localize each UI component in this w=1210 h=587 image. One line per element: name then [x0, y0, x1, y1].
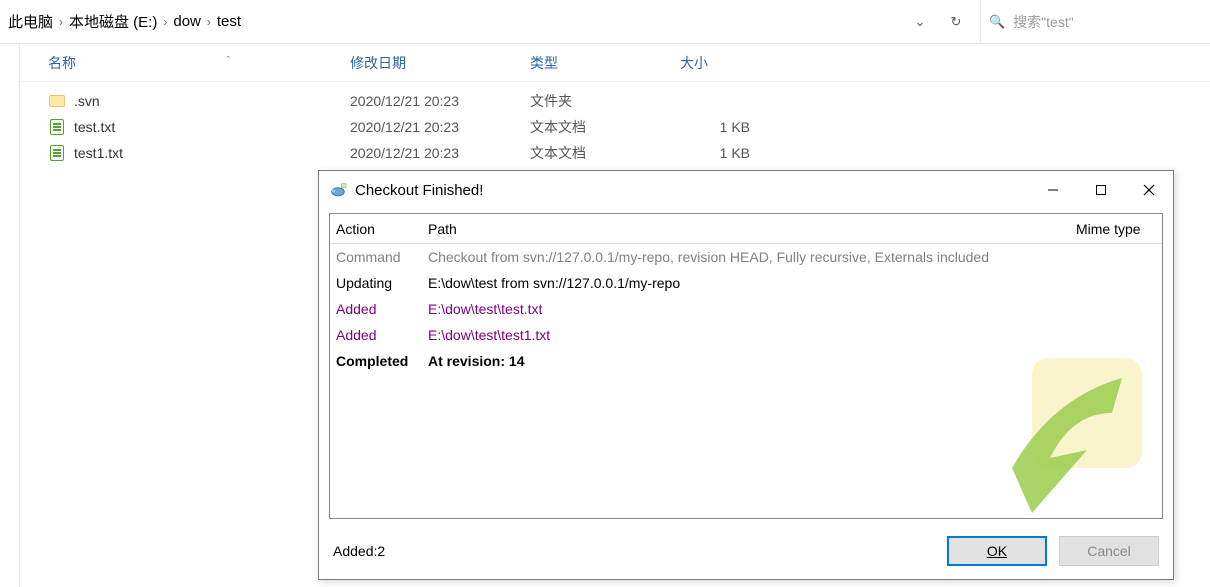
folder-icon [48, 92, 66, 110]
ok-button[interactable]: OK [947, 536, 1047, 566]
breadcrumb-label: test [217, 13, 241, 30]
file-size: 1 KB [680, 119, 800, 135]
log-action: Command [336, 246, 428, 268]
search-input[interactable] [1013, 14, 1202, 30]
file-row[interactable]: test.txt 2020/12/21 20:23 文本文档 1 KB [20, 114, 1210, 140]
file-size: 1 KB [680, 145, 800, 161]
file-date: 2020/12/21 20:23 [350, 145, 530, 161]
log-row[interactable]: Added E:\dow\test\test.txt [330, 296, 1162, 322]
log-path: E:\dow\test from svn://127.0.0.1/my-repo [428, 272, 1156, 294]
dialog-buttons: OK Cancel [947, 536, 1159, 566]
file-type: 文本文档 [530, 117, 680, 137]
column-header-name[interactable]: 名称 ˆ [20, 53, 350, 73]
log-action: Added [336, 324, 428, 346]
log-grid: Action Path Mime type Command Checkout f… [330, 214, 1162, 374]
maximize-button[interactable] [1077, 171, 1125, 209]
column-headers: 名称 ˆ 修改日期 类型 大小 [20, 44, 1210, 82]
nav-controls: ⌄ ↻ [896, 0, 980, 43]
log-path: E:\dow\test\test1.txt [428, 324, 1156, 346]
address-bar: 此电脑 › 本地磁盘 (E:) › dow › test ⌄ ↻ 🔍 [0, 0, 1210, 44]
log-action: Updating [336, 272, 428, 294]
log-row[interactable]: Added E:\dow\test\test1.txt [330, 322, 1162, 348]
column-header-date[interactable]: 修改日期 [350, 53, 530, 73]
column-header-size[interactable]: 大小 [680, 53, 800, 73]
chevron-right-icon: › [59, 15, 63, 29]
cancel-button[interactable]: Cancel [1059, 536, 1159, 566]
log-header-path[interactable]: Path [428, 221, 1076, 237]
file-type: 文件夹 [530, 91, 680, 111]
success-arrow-icon [992, 358, 1162, 518]
breadcrumb-label: 此电脑 [8, 11, 53, 32]
log-header-action[interactable]: Action [336, 221, 428, 237]
breadcrumb[interactable]: 此电脑 › 本地磁盘 (E:) › dow › test [0, 0, 896, 43]
file-name: test.txt [74, 119, 115, 135]
text-file-icon [48, 118, 66, 136]
search-icon: 🔍 [989, 14, 1005, 30]
breadcrumb-item[interactable]: 此电脑 › [8, 11, 63, 32]
file-name: .svn [74, 93, 100, 109]
history-dropdown[interactable]: ⌄ [902, 0, 938, 43]
log-path: At revision: 14 [428, 350, 1156, 372]
breadcrumb-item[interactable]: 本地磁盘 (E:) › [69, 11, 167, 32]
dialog-body: Action Path Mime type Command Checkout f… [329, 213, 1163, 519]
dialog-footer: Added:2 OK Cancel [319, 523, 1173, 579]
file-name: test1.txt [74, 145, 123, 161]
sort-caret-icon: ˆ [226, 55, 230, 67]
refresh-button[interactable]: ↻ [938, 0, 974, 43]
log-action: Completed [336, 350, 428, 372]
close-button[interactable] [1125, 171, 1173, 209]
dialog-titlebar[interactable]: Checkout Finished! [319, 171, 1173, 209]
column-header-label: 修改日期 [350, 55, 406, 71]
log-path: E:\dow\test\test.txt [428, 298, 1156, 320]
text-file-icon [48, 144, 66, 162]
log-header-mime[interactable]: Mime type [1076, 221, 1156, 237]
minimize-button[interactable] [1029, 171, 1077, 209]
file-date: 2020/12/21 20:23 [350, 119, 530, 135]
breadcrumb-item[interactable]: test [217, 13, 241, 30]
log-path: Checkout from svn://127.0.0.1/my-repo, r… [428, 246, 1156, 268]
log-action: Added [336, 298, 428, 320]
breadcrumb-item[interactable]: dow › [173, 13, 211, 30]
status-text: Added:2 [333, 543, 385, 559]
log-row[interactable]: Updating E:\dow\test from svn://127.0.0.… [330, 270, 1162, 296]
chevron-right-icon: › [207, 15, 211, 29]
log-row[interactable]: Completed At revision: 14 [330, 348, 1162, 374]
file-date: 2020/12/21 20:23 [350, 93, 530, 109]
column-header-type[interactable]: 类型 [530, 53, 680, 73]
file-type: 文本文档 [530, 143, 680, 163]
left-gutter [0, 44, 20, 587]
log-headers: Action Path Mime type [330, 214, 1162, 244]
file-row[interactable]: .svn 2020/12/21 20:23 文件夹 [20, 88, 1210, 114]
dialog-title: Checkout Finished! [355, 182, 483, 199]
tortoisesvn-icon [329, 182, 347, 198]
log-row[interactable]: Command Checkout from svn://127.0.0.1/my… [330, 244, 1162, 270]
column-header-label: 类型 [530, 55, 558, 71]
column-header-label: 大小 [680, 55, 708, 71]
breadcrumb-label: 本地磁盘 (E:) [69, 11, 157, 32]
chevron-right-icon: › [163, 15, 167, 29]
file-row[interactable]: test1.txt 2020/12/21 20:23 文本文档 1 KB [20, 140, 1210, 166]
search-box[interactable]: 🔍 [980, 0, 1210, 43]
column-header-label: 名称 [48, 53, 76, 73]
checkout-finished-dialog: Checkout Finished! Action Path Mime type… [318, 170, 1174, 580]
breadcrumb-label: dow [173, 13, 201, 30]
window-controls [1029, 171, 1173, 209]
